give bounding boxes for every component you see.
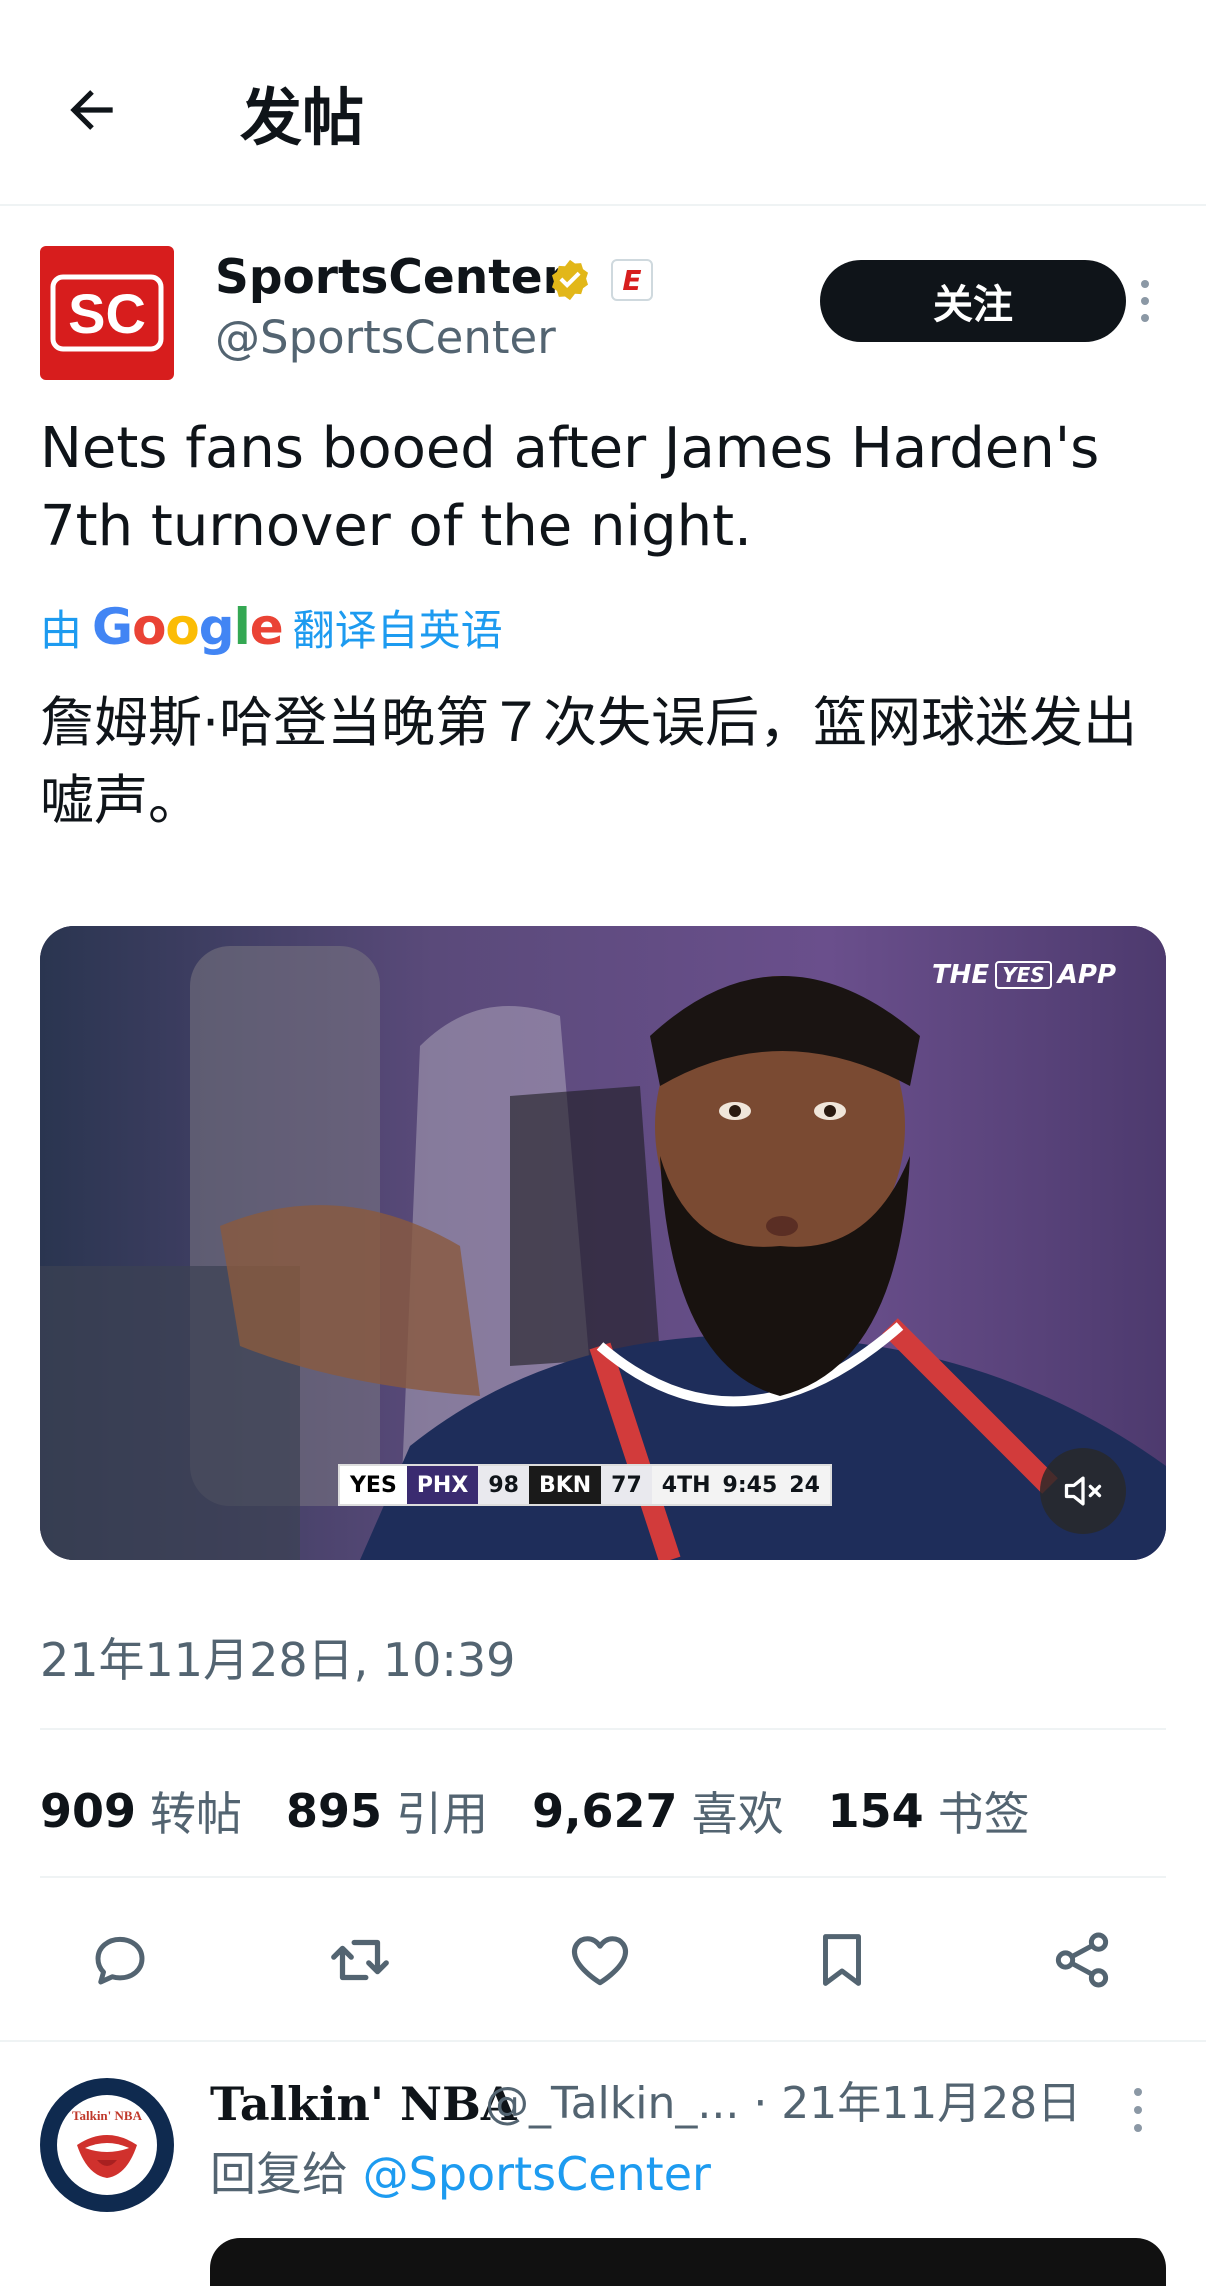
replying-to-label: 回复给 [210, 2147, 348, 2201]
tweet-actions [40, 1910, 1166, 2010]
affiliate-badge: E [611, 259, 653, 301]
replying-to-mention[interactable]: @SportsCenter [363, 2147, 711, 2201]
translation-attribution[interactable]: 由 Google 翻译自英语 [40, 592, 503, 662]
google-logo: Google [92, 598, 284, 656]
author-name[interactable]: SportsCenter [215, 246, 566, 310]
reply-tweet[interactable]: Talkin' NBA Talkin' NBA @_Talkin_... · 2… [0, 2040, 1206, 2286]
translated-text: 詹姆斯·哈登当晚第７次失误后，篮网球迷发出嘘声。 [40, 691, 1138, 832]
scorebug-team2: BKN [528, 1466, 602, 1504]
like-icon [571, 1936, 629, 1986]
page-title: 发帖 [240, 81, 365, 154]
more-options-icon[interactable] [1130, 276, 1160, 326]
translation-prefix: 由 [40, 605, 83, 655]
follow-button[interactable]: 关注 [820, 260, 1126, 342]
scorebug-team1: PHX [406, 1466, 479, 1504]
talkin-nba-logo: Talkin' NBA [57, 2095, 157, 2195]
volume-muted-icon [1064, 1476, 1102, 1506]
author-avatar[interactable]: SC [40, 246, 174, 380]
watermark-yes: YES [995, 961, 1052, 989]
svg-text:Talkin' NBA: Talkin' NBA [72, 2108, 143, 2123]
share-icon [1055, 1932, 1109, 1988]
like-button[interactable] [564, 1924, 636, 1996]
network-watermark: THE YES APP [932, 960, 1116, 990]
replying-to: 回复给 @SportsCenter [210, 2142, 711, 2206]
engagement-stats: 909 转帖 895 引用 9,627 喜欢 154 书签 [40, 1776, 1074, 1846]
tweet-timestamp[interactable]: 21年11月28日, 10:39 [40, 1630, 515, 1690]
translation-suffix: 翻译自英语 [292, 605, 503, 655]
verified-badge-icon [551, 259, 589, 301]
top-bar: 发帖 [0, 0, 1206, 206]
scorebug-score1: 98 [478, 1466, 529, 1504]
reply-media-preview[interactable] [210, 2238, 1166, 2286]
video-frame [40, 926, 1166, 1560]
reply-more-icon[interactable] [1128, 2088, 1148, 2132]
back-button[interactable] [52, 70, 132, 150]
tweet-text: Nets fans booed after James Harden's 7th… [40, 416, 1100, 559]
reply-button[interactable] [84, 1924, 156, 1996]
arrow-left-icon [70, 90, 113, 130]
stat-retweets[interactable]: 909 转帖 [40, 1778, 242, 1844]
scorebug-shot-clock: 24 [789, 1472, 820, 1498]
reply-icon [95, 1936, 145, 1985]
svg-text:SC: SC [68, 282, 146, 345]
bookmark-icon [823, 1934, 861, 1986]
tweet-author: SC SportsCenter E @SportsCenter 关注 [40, 246, 1170, 386]
divider [40, 1876, 1166, 1878]
retweet-icon [331, 1939, 389, 1981]
scorebug: YES PHX 98 BKN 77 4TH 9:45 24 [340, 1466, 830, 1504]
reply-avatar[interactable]: Talkin' NBA [40, 2078, 174, 2212]
stat-label: 引用 [396, 1787, 489, 1841]
scorebug-game-clock: 9:45 [722, 1472, 778, 1498]
stat-value: 154 [827, 1784, 924, 1838]
stat-value: 895 [286, 1784, 383, 1838]
sportscenter-logo: SC [50, 274, 164, 352]
watermark-the: THE [931, 960, 990, 990]
scorebug-network: YES [340, 1466, 407, 1504]
watermark-app: APP [1057, 960, 1116, 990]
share-button[interactable] [1046, 1924, 1118, 1996]
scorebug-clock: 4TH 9:45 24 [651, 1466, 830, 1504]
reply-meta: @_Talkin_... · 21年11月28日 [485, 2078, 1082, 2129]
divider [40, 1728, 1166, 1730]
scorebug-quarter: 4TH [661, 1472, 711, 1498]
stat-bookmarks[interactable]: 154 书签 [828, 1778, 1030, 1844]
stat-label: 喜欢 [691, 1787, 784, 1841]
retweet-button[interactable] [324, 1924, 396, 1996]
stat-likes[interactable]: 9,627 喜欢 [532, 1778, 784, 1844]
scorebug-score2: 77 [601, 1466, 652, 1504]
author-handle[interactable]: @SportsCenter [215, 308, 556, 368]
stat-label: 转帖 [150, 1787, 243, 1841]
affiliate-badge-letter: E [622, 263, 642, 297]
tweet-video[interactable]: THE YES APP YES PHX 98 BKN 77 4TH 9:45 2… [40, 926, 1166, 1560]
mute-button[interactable] [1040, 1448, 1126, 1534]
reply-author-name[interactable]: Talkin' NBA [210, 2072, 517, 2136]
stat-quotes[interactable]: 895 引用 [286, 1778, 488, 1844]
stat-value: 9,627 [532, 1784, 678, 1838]
stat-value: 909 [40, 1784, 137, 1838]
stat-label: 书签 [937, 1787, 1030, 1841]
bookmark-button[interactable] [806, 1924, 878, 1996]
